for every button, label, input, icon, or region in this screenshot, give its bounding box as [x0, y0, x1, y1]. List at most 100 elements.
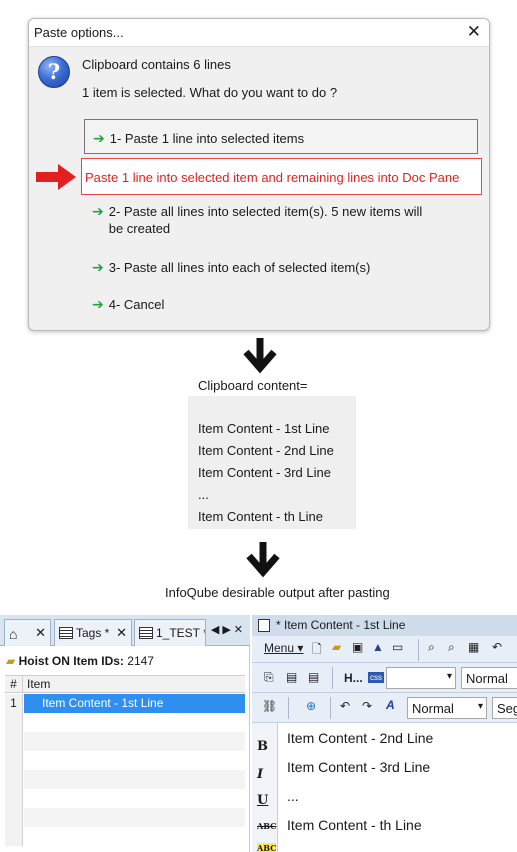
option-label: 4- Cancel — [108, 297, 165, 312]
hoist-label: Hoist ON Item IDs: — [18, 654, 124, 668]
proposed-option-button[interactable]: Paste 1 line into selected item and rema… — [81, 158, 482, 195]
highlight-button[interactable]: ABC — [257, 843, 277, 852]
bold-button[interactable]: B — [257, 739, 268, 754]
item-cell[interactable] — [24, 789, 245, 808]
row-number — [5, 713, 23, 732]
down-arrow-icon — [246, 542, 280, 578]
menu-button[interactable]: Menu ▾ — [264, 641, 303, 655]
dialog-title: Paste options... — [34, 25, 124, 40]
segment-select[interactable]: Seg — [492, 697, 517, 719]
row-number — [5, 827, 23, 846]
style-select[interactable]: ▾ — [386, 667, 456, 689]
text-style-icon[interactable]: A — [386, 698, 395, 712]
doc-title-text: * Item Content - 1st Line — [276, 618, 406, 632]
table-row[interactable] — [5, 732, 245, 751]
replace-icon[interactable]: ⌕ — [448, 640, 455, 655]
item-cell[interactable] — [24, 770, 245, 789]
toolbar-row-3: ⛓ ⊕ ↶ ↷ A Normal ▾ Seg — [252, 693, 517, 723]
add-icon[interactable]: ⊕ — [306, 699, 316, 713]
table-row[interactable] — [5, 770, 245, 789]
item-cell[interactable]: Item Content - 1st Line — [24, 694, 245, 713]
down-arrow-icon — [243, 338, 277, 374]
arrow-right-icon: ➔ — [92, 203, 104, 219]
table-row[interactable] — [5, 751, 245, 770]
strikethrough-button[interactable]: ABC — [257, 821, 276, 831]
doc-line[interactable]: ... — [287, 788, 299, 804]
grid-icon — [139, 627, 153, 639]
tab-home[interactable]: ⌂ ✕ — [4, 619, 51, 646]
close-icon[interactable]: ✕ — [35, 625, 46, 641]
find-icon[interactable]: ⌕ — [428, 640, 435, 655]
arrow-right-icon: ➔ — [92, 259, 104, 275]
clipboard-count-text: Clipboard contains 6 lines — [82, 57, 231, 72]
column-header-item[interactable]: Item — [27, 677, 50, 691]
toolbar-row-1: Menu ▾ 🗋 ▰ ▣ ▲ ▭ ⌕ ⌕ ▦ ↶ — [252, 636, 517, 663]
selection-question-text: 1 item is selected. What do you want to … — [82, 85, 338, 100]
new-doc-icon[interactable]: 🗋 — [312, 640, 322, 661]
dialog-titlebar: Paste options... ✕ — [29, 19, 489, 47]
paste-special-icon[interactable]: ▤ — [308, 670, 319, 684]
grid-icon — [59, 627, 73, 639]
underline-button[interactable]: U — [257, 793, 268, 808]
row-number — [5, 732, 23, 751]
column-header-num[interactable]: # — [5, 676, 23, 693]
doc-pane-title: * Item Content - 1st Line — [252, 615, 517, 636]
item-cell[interactable] — [24, 732, 245, 751]
item-cell[interactable] — [24, 713, 245, 732]
question-icon: ? — [38, 56, 70, 88]
option-cancel-button[interactable]: ➔ 4- Cancel — [84, 296, 164, 313]
tab-tags[interactable]: Tags * ✕ — [54, 619, 132, 646]
row-number — [5, 751, 23, 770]
font-select[interactable]: Normal — [461, 667, 517, 689]
toolbar-row-2: ⎘ ▤ ▤ H... css ▾ Normal — [252, 663, 517, 693]
format-sidebar: B I U ABC ABC — [252, 723, 278, 852]
copy-icon[interactable]: ⎘ — [264, 670, 274, 685]
table-row[interactable] — [5, 827, 245, 846]
lock-icon[interactable]: ▲ — [372, 640, 384, 654]
toolbar-separator — [418, 639, 419, 661]
redo-icon[interactable]: ↷ — [362, 699, 372, 713]
undo-icon[interactable]: ↶ — [340, 699, 350, 713]
css-button[interactable]: css — [368, 672, 384, 683]
doc-line[interactable]: Item Content - 3rd Line — [287, 759, 430, 775]
undo-icon[interactable]: ↶ — [492, 640, 502, 654]
close-icon[interactable]: ✕ — [467, 22, 481, 42]
clipboard-line: Item Content - 3rd Line — [198, 465, 331, 480]
open-folder-icon[interactable]: ▰ — [332, 640, 341, 654]
infoqube-doc-pane: * Item Content - 1st Line Menu ▾ 🗋 ▰ ▣ ▲… — [252, 615, 517, 852]
hoist-value: 2147 — [127, 654, 154, 668]
clipboard-line: Item Content - 1st Line — [198, 421, 330, 436]
close-icon[interactable]: ✕ — [116, 625, 127, 641]
page-icon[interactable]: ▦ — [468, 640, 479, 654]
option-paste-each-button[interactable]: ➔ 3- Paste all lines into each of selecte… — [84, 259, 370, 276]
table-row[interactable] — [5, 808, 245, 827]
doc-line[interactable]: Item Content - th Line — [287, 817, 422, 833]
item-cell[interactable] — [24, 808, 245, 827]
table-row[interactable] — [5, 713, 245, 732]
item-cell[interactable] — [24, 751, 245, 770]
save-icon[interactable]: ▣ — [352, 640, 363, 654]
table-row[interactable]: 1 Item Content - 1st Line — [5, 694, 245, 713]
paste-icon[interactable]: ▤ — [286, 670, 297, 684]
tab-bar: ⌂ ✕ Tags * ✕ 1_TEST * ◀▶✕ — [0, 615, 250, 646]
doc-line[interactable]: Item Content - 2nd Line — [287, 730, 433, 746]
hoist-status: ▰ Hoist ON Item IDs: 2147 — [6, 654, 154, 668]
output-caption: InfoQube desirable output after pasting — [165, 585, 390, 600]
option-paste-one-line-button[interactable]: ➔ 1- Paste 1 line into selected items — [84, 119, 478, 154]
clipboard-line: Item Content - 2nd Line — [198, 443, 334, 458]
link-icon[interactable]: ⛓ — [262, 699, 277, 713]
table-row[interactable] — [5, 789, 245, 808]
chevron-down-icon: ▾ — [477, 701, 483, 712]
red-arrow-icon — [36, 164, 76, 190]
heading-style-button[interactable]: H... — [344, 671, 363, 685]
print-icon[interactable]: ▭ — [392, 640, 403, 654]
item-cell[interactable] — [24, 827, 245, 846]
italic-button[interactable]: I — [257, 767, 263, 782]
tab-1-test[interactable]: 1_TEST * — [134, 619, 206, 646]
option-paste-all-lines-button[interactable]: ➔ 2- Paste all lines into selected item(s… — [84, 203, 444, 237]
option-label: 1- Paste 1 line into selected items — [109, 131, 305, 146]
tab-nav-arrows[interactable]: ◀▶✕ — [211, 623, 246, 636]
clipboard-content-box: Item Content - 1st Line Item Content - 2… — [188, 396, 356, 529]
paragraph-select[interactable]: Normal ▾ — [407, 697, 487, 719]
clipboard-caption: Clipboard content= — [198, 378, 308, 393]
